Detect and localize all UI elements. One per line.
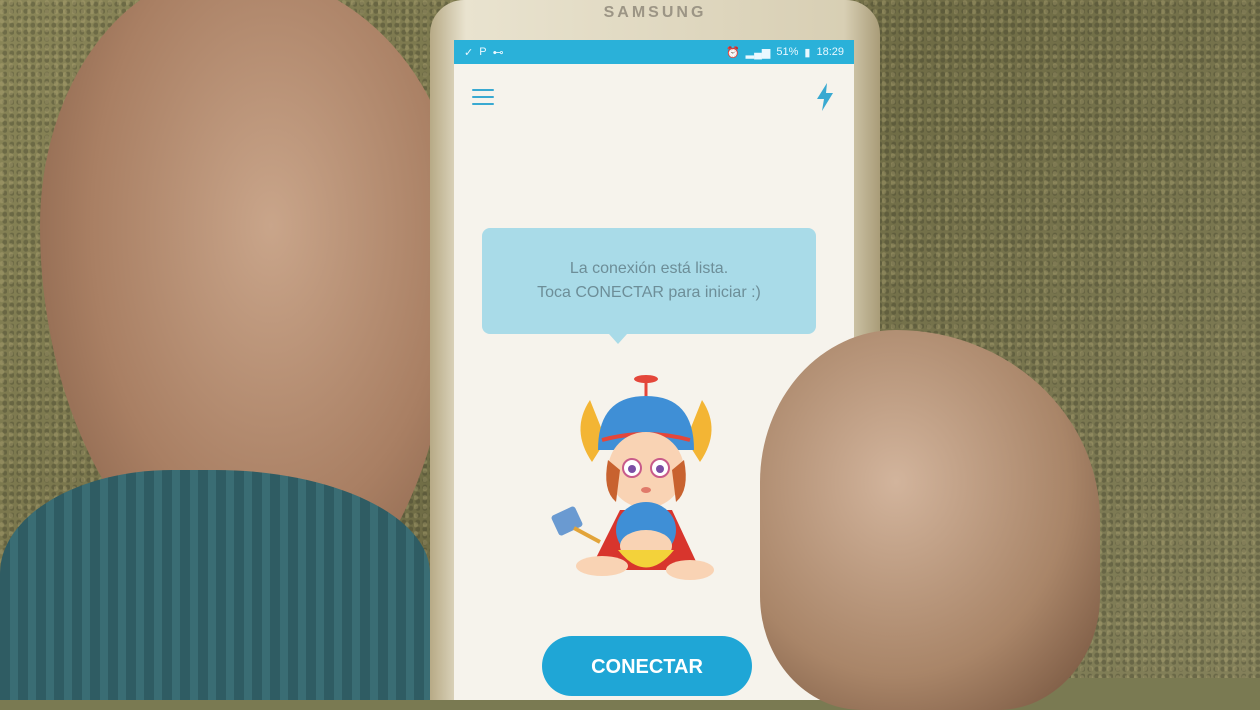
signal-icon: ▂▄▆ bbox=[745, 46, 771, 59]
mascot-illustration bbox=[551, 375, 714, 580]
status-notification-icons: ✓ P ⊷ bbox=[464, 46, 504, 59]
status-system-icons: ⏰ ▂▄▆ 51% ▮ 18:29 bbox=[726, 46, 844, 59]
battery-percent: 51% bbox=[776, 46, 799, 58]
sweater-sleeve bbox=[0, 470, 430, 700]
battery-icon: ▮ bbox=[804, 46, 811, 59]
parking-icon: P bbox=[479, 46, 487, 58]
phone-brand: SAMSUNG bbox=[603, 4, 707, 21]
lightning-icon[interactable] bbox=[814, 82, 836, 112]
message-line-2: Toca CONECTAR para iniciar :) bbox=[537, 284, 761, 301]
connection-message-bubble: La conexión está lista. Toca CONECTAR pa… bbox=[482, 228, 816, 344]
menu-icon[interactable] bbox=[472, 89, 494, 105]
status-bar: ✓ P ⊷ ⏰ ▂▄▆ 51% ▮ 18:29 bbox=[454, 40, 854, 64]
clock-time: 18:29 bbox=[816, 46, 844, 58]
app-bar bbox=[454, 64, 854, 130]
alarm-icon: ⏰ bbox=[725, 46, 740, 59]
key-icon: ⊷ bbox=[492, 46, 504, 59]
check-icon: ✓ bbox=[464, 46, 474, 59]
connect-button[interactable]: CONECTAR bbox=[542, 636, 752, 696]
message-line-1: La conexión está lista. bbox=[569, 260, 729, 277]
